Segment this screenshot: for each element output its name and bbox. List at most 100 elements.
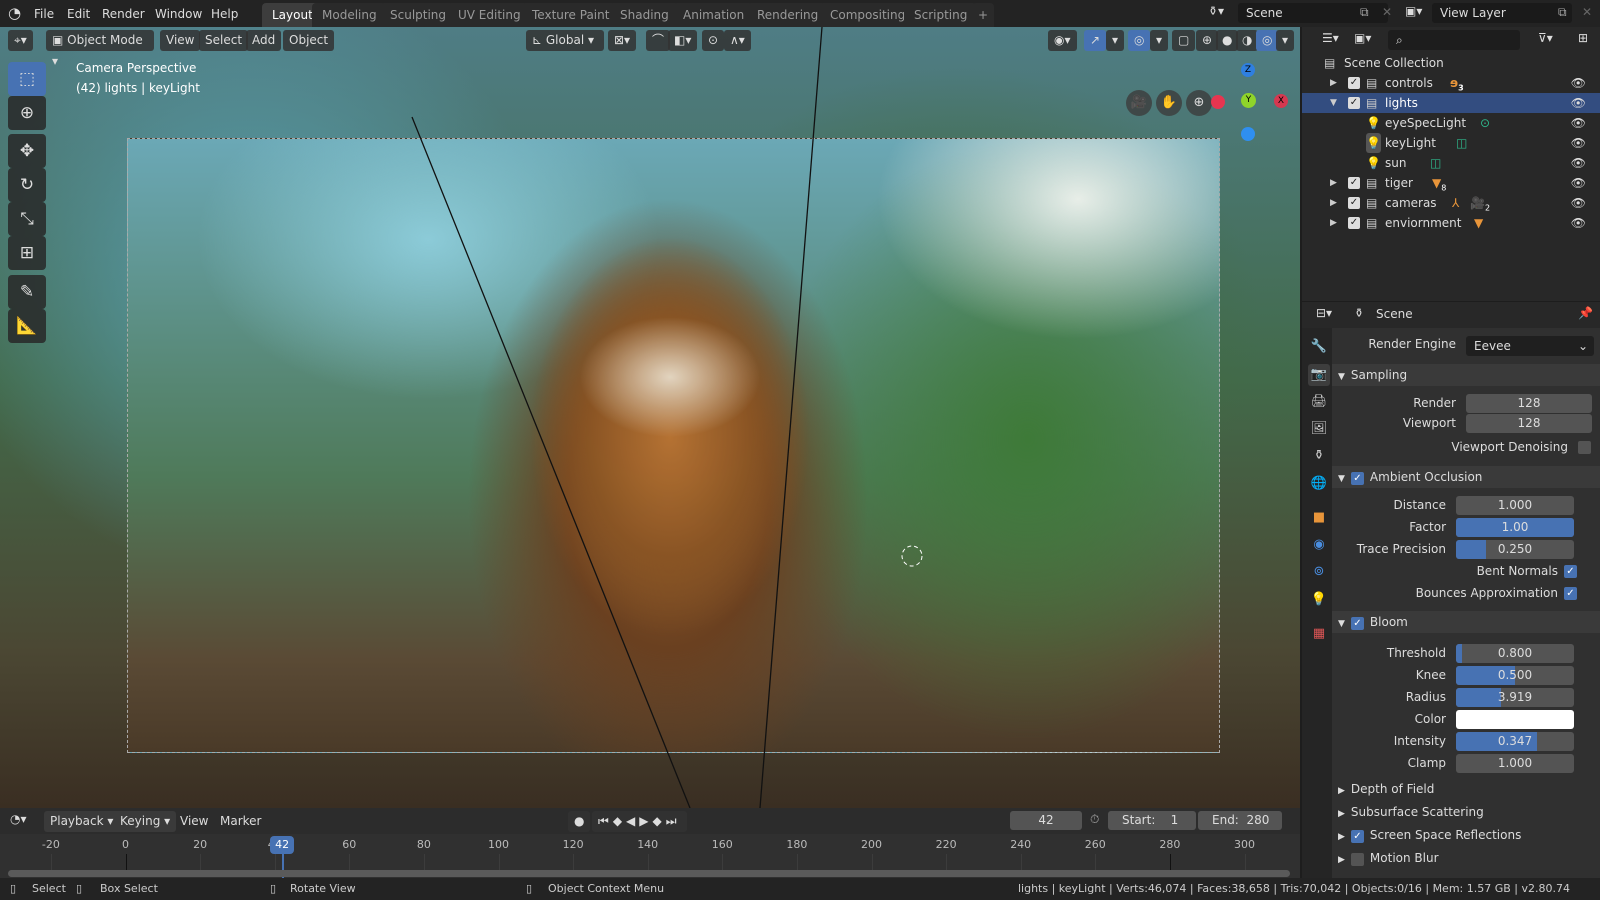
exclude-checkbox[interactable]: ✓	[1348, 217, 1360, 229]
outliner-row-keylight[interactable]: 💡 keyLight ◫ 👁	[1302, 133, 1600, 153]
visibility-eye-icon[interactable]: 👁	[1571, 193, 1586, 213]
frame-ruler[interactable]: -200204060801001201401601802002202402602…	[0, 808, 1300, 878]
menu-edit[interactable]: Edit	[67, 4, 90, 24]
bloom-knee-slider[interactable]: 0.500	[1456, 666, 1574, 685]
exclude-checkbox[interactable]: ✓	[1348, 197, 1360, 209]
render-tab-icon[interactable]: 📷	[1308, 364, 1330, 386]
motion-blur-checkbox[interactable]: ✓	[1350, 853, 1364, 866]
select-menu[interactable]: Select	[199, 30, 249, 51]
tab-animation[interactable]: Animation	[673, 3, 755, 27]
object-menu[interactable]: Object	[283, 30, 335, 51]
outliner-row-tiger[interactable]: ▶ ✓ ▤ tiger ▼8 👁	[1302, 173, 1600, 193]
outliner-search-input[interactable]: ⌕	[1388, 30, 1520, 50]
menu-file[interactable]: File	[34, 4, 54, 24]
move-icon[interactable]: ✥	[8, 134, 46, 168]
menu-help[interactable]: Help	[211, 4, 238, 24]
axis-neg-x[interactable]	[1211, 95, 1225, 109]
tab-texture-paint[interactable]: Texture Paint	[522, 3, 620, 27]
outliner-row-enviornment[interactable]: ▶ ✓ ▤ enviornment ▼ 👁	[1302, 213, 1600, 233]
3d-viewport[interactable]: ⌖▾ ▣ Object Mode ▾ View Select Add Objec…	[0, 27, 1300, 808]
scene-collection-row[interactable]: ▤ Scene Collection	[1302, 53, 1600, 73]
expand-icon[interactable]: ▶	[1330, 173, 1337, 193]
view-menu[interactable]: View	[160, 30, 201, 51]
panel-screen-space-reflections[interactable]: ▶ ✓ Screen Space Reflections	[1332, 824, 1600, 846]
view-layer-icon[interactable]: ▣▾	[1405, 4, 1422, 18]
new-view-layer-icon[interactable]: ⧉	[1558, 5, 1567, 20]
overlay-dropdown[interactable]: ▾	[1150, 30, 1169, 51]
render-engine-dropdown[interactable]: Eevee ⌄	[1466, 336, 1594, 356]
tab-modeling[interactable]: Modeling	[312, 3, 387, 27]
expand-icon[interactable]: ▶	[1330, 193, 1337, 213]
object-tab-icon[interactable]: ■	[1308, 507, 1330, 529]
display-mode-dropdown[interactable]: ▣▾	[1354, 31, 1371, 45]
add-workspace-button[interactable]: +	[972, 3, 995, 27]
tab-sculpting[interactable]: Sculpting	[380, 3, 457, 27]
view-layer-tab-icon[interactable]: 🖼	[1308, 418, 1330, 440]
texture-tab-icon[interactable]: ▦	[1308, 623, 1330, 645]
exclude-checkbox[interactable]: ✓	[1348, 77, 1360, 89]
outliner-row-controls[interactable]: ▶ ✓ ▤ controls ɘ3 👁	[1302, 73, 1600, 93]
tab-uv-editing[interactable]: UV Editing	[448, 3, 531, 27]
new-collection-icon[interactable]: ⊞	[1578, 31, 1588, 45]
axis-y[interactable]: Y	[1241, 93, 1256, 108]
panel-depth-of-field[interactable]: ▶ Depth of Field	[1332, 778, 1600, 800]
ao-distance-field[interactable]: 1.000	[1456, 496, 1574, 515]
panel-motion-blur[interactable]: ▶✓Motion Blur	[1332, 847, 1600, 869]
scene-tab-icon[interactable]: ⚱	[1308, 445, 1330, 467]
snap-dropdown[interactable]: ◧▾	[668, 30, 698, 51]
bloom-color-swatch[interactable]	[1456, 710, 1574, 729]
tool-tab-icon[interactable]: 🔧	[1308, 336, 1330, 358]
expand-icon[interactable]: ▶	[1330, 73, 1337, 93]
bloom-radius-slider[interactable]: 3.919	[1456, 688, 1574, 707]
falloff-dropdown[interactable]: ∧▾	[724, 30, 751, 51]
bloom-enable-checkbox[interactable]: ✓	[1350, 617, 1364, 630]
annotate-icon[interactable]: ✎	[8, 275, 46, 309]
panel-bloom[interactable]: ▼ ✓ Bloom	[1332, 611, 1600, 633]
viewport-denoising-checkbox[interactable]: ✓	[1578, 441, 1591, 454]
gizmo-dropdown[interactable]: ▾	[1106, 30, 1125, 51]
visibility-dropdown[interactable]: ◉▾	[1048, 30, 1077, 51]
axis-z[interactable]: Z	[1241, 63, 1255, 77]
empty-icon[interactable]: ⅄	[1452, 193, 1459, 213]
visibility-eye-icon[interactable]: 👁	[1571, 173, 1586, 193]
axis-neg-z[interactable]	[1241, 127, 1255, 141]
delete-view-layer-icon[interactable]: ✕	[1582, 5, 1592, 19]
pan-hand-icon[interactable]: ✋	[1156, 90, 1182, 116]
collapse-icon[interactable]: ▼	[1330, 93, 1337, 113]
add-menu[interactable]: Add	[246, 30, 282, 51]
sun-light-data-icon[interactable]: ◫	[1430, 153, 1441, 173]
scene-icon[interactable]: ⚱▾	[1208, 4, 1224, 18]
playhead[interactable]: 42	[270, 836, 295, 854]
mesh-icon[interactable]: ▼	[1474, 213, 1483, 233]
zoom-icon[interactable]: ⊕	[1186, 90, 1212, 116]
visibility-eye-icon[interactable]: 👁	[1571, 213, 1586, 233]
tab-shading[interactable]: Shading	[610, 3, 679, 27]
axis-x[interactable]: X	[1274, 94, 1288, 108]
rotate-icon[interactable]: ↻	[8, 168, 46, 202]
gizmo-toggle[interactable]: ↗	[1084, 30, 1107, 51]
wireframe-shading-button[interactable]: ⊕	[1196, 30, 1219, 51]
ao-trace-precision-slider[interactable]: 0.250	[1456, 540, 1574, 559]
world-tab-icon[interactable]: 🌐	[1308, 473, 1330, 495]
exclude-checkbox[interactable]: ✓	[1348, 97, 1360, 109]
menu-window[interactable]: Window	[155, 4, 202, 24]
exclude-checkbox[interactable]: ✓	[1348, 177, 1360, 189]
outliner-row-sun[interactable]: 💡 sun ◫ 👁	[1302, 153, 1600, 173]
blender-logo-icon[interactable]: ◔	[8, 4, 21, 22]
outliner-row-lights[interactable]: ▼ ✓ ▤ lights 👁	[1302, 93, 1600, 113]
bounces-approximation-checkbox[interactable]: ✓	[1564, 587, 1577, 600]
select-box-icon[interactable]: ⬚	[8, 62, 46, 96]
visibility-eye-icon[interactable]: 👁	[1571, 133, 1586, 153]
camera-view-icon[interactable]: 🎥	[1126, 90, 1152, 116]
bloom-threshold-slider[interactable]: 0.800	[1456, 644, 1574, 663]
tab-compositing[interactable]: Compositing	[820, 3, 916, 27]
proportional-edit-toggle[interactable]: ⊙	[702, 30, 725, 51]
tab-rendering[interactable]: Rendering	[747, 3, 829, 27]
pin-icon[interactable]: 📌	[1578, 306, 1593, 320]
outliner-row-eyespeclight[interactable]: 💡 eyeSpecLight ⊙ 👁	[1302, 113, 1600, 133]
panel-sampling[interactable]: ▼ Sampling	[1332, 364, 1600, 386]
3d-cursor-icon[interactable]	[901, 545, 923, 567]
view-layer-field[interactable]: View Layer	[1432, 3, 1572, 23]
output-tab-icon[interactable]: 🖨	[1308, 391, 1330, 413]
cursor-icon[interactable]: ⊕	[8, 96, 46, 130]
